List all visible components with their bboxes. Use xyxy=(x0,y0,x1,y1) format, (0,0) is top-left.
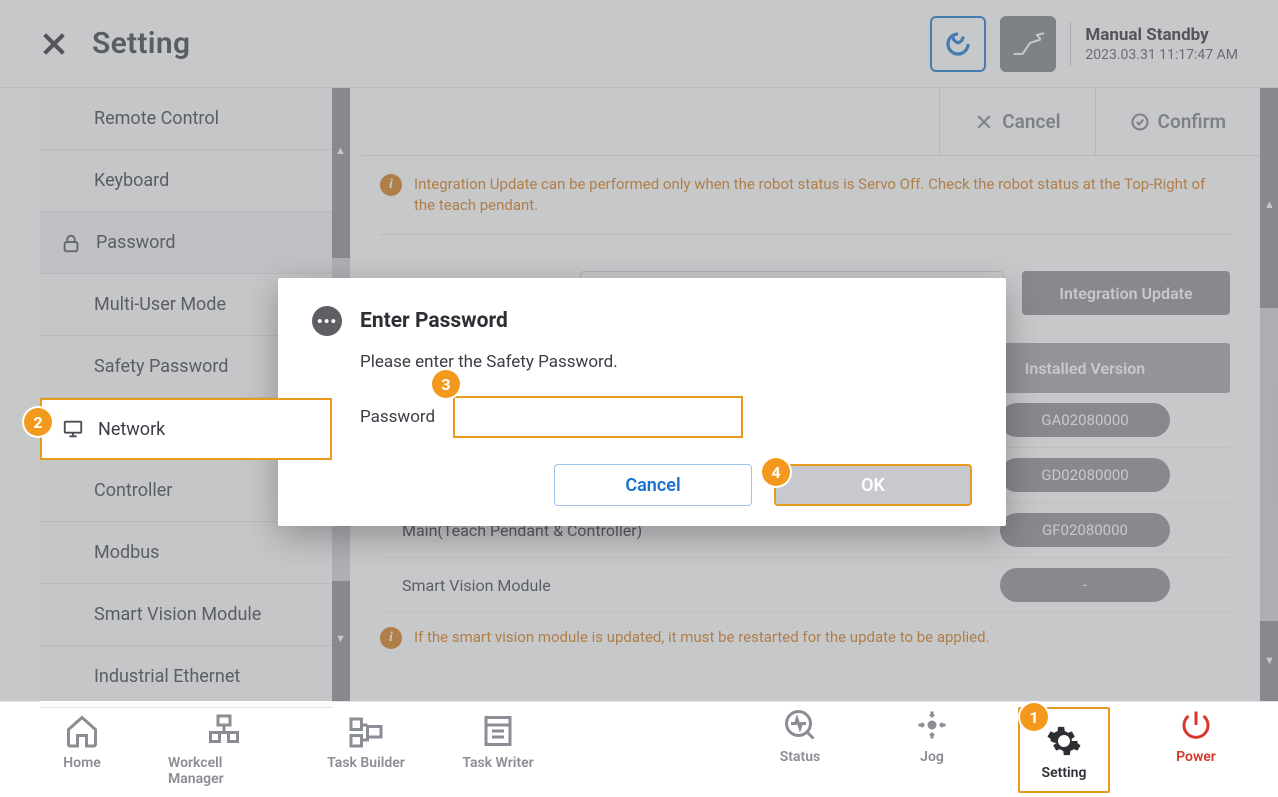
status-icon xyxy=(782,707,818,743)
modal-cancel-button[interactable]: Cancel xyxy=(554,464,752,506)
password-modal: ••• Enter Password Please enter the Safe… xyxy=(278,278,1006,526)
password-label: Password xyxy=(360,407,435,427)
step-badge-3: 3 xyxy=(432,370,460,398)
monitor-icon xyxy=(62,418,84,440)
jog-icon xyxy=(914,707,950,743)
task-writer-icon xyxy=(480,713,516,749)
nav-status[interactable]: Status xyxy=(754,707,846,793)
nav-task-builder[interactable]: Task Builder xyxy=(320,713,412,787)
nav-workcell-manager[interactable]: Workcell Manager xyxy=(168,713,280,787)
ellipsis-icon: ••• xyxy=(312,306,342,336)
workcell-icon xyxy=(206,713,242,749)
modal-title: Enter Password xyxy=(360,309,508,333)
modal-ok-button[interactable]: OK xyxy=(774,464,972,506)
power-icon xyxy=(1178,707,1214,743)
sidebar-item-network[interactable]: Network xyxy=(40,398,332,460)
task-builder-icon xyxy=(348,713,384,749)
step-badge-4: 4 xyxy=(762,458,790,486)
step-badge-1: 1 xyxy=(1020,703,1048,731)
nav-power[interactable]: Power xyxy=(1150,707,1242,793)
modal-message: Please enter the Safety Password. xyxy=(360,352,972,372)
nav-home[interactable]: Home xyxy=(36,713,128,787)
gear-icon xyxy=(1046,723,1082,759)
step-badge-2: 2 xyxy=(24,408,52,436)
password-input[interactable] xyxy=(453,396,743,438)
nav-jog[interactable]: Jog xyxy=(886,707,978,793)
home-icon xyxy=(64,713,100,749)
bottom-nav: Home Workcell Manager Task Builder Task … xyxy=(0,701,1278,797)
nav-task-writer[interactable]: Task Writer xyxy=(452,713,544,787)
